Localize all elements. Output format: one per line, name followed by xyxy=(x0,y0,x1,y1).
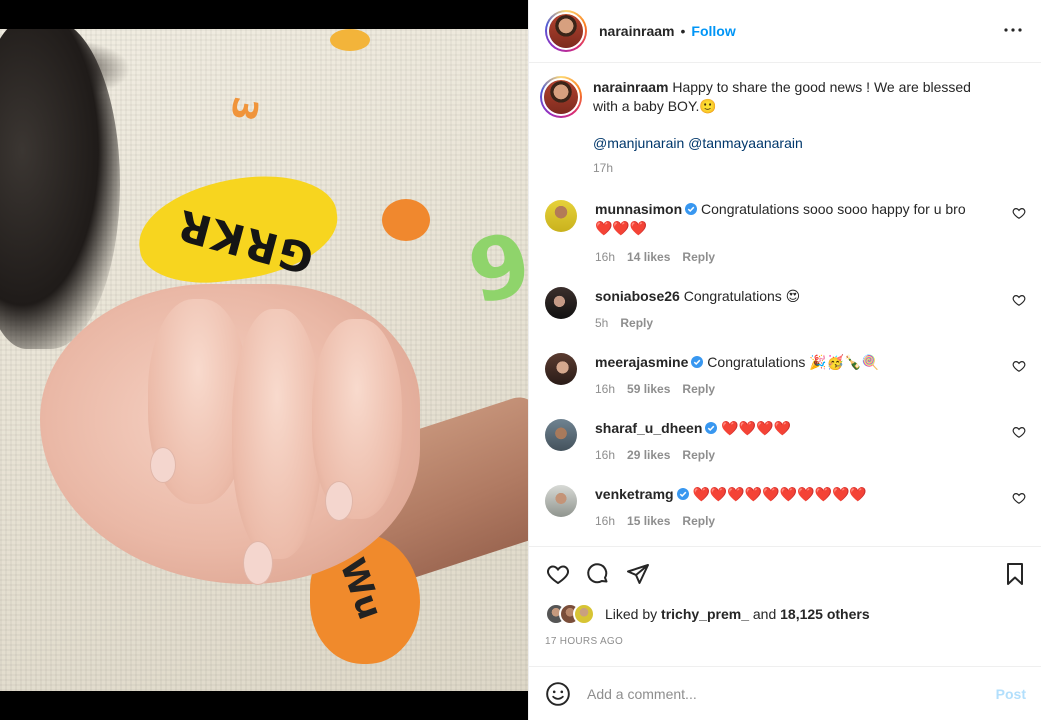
add-comment-bar: Post xyxy=(529,666,1041,720)
post-author-username[interactable]: narainraam xyxy=(599,23,674,39)
comment-text: Congratulations 🎉🥳🍾🍭 xyxy=(707,354,879,370)
post-timestamp[interactable]: 17 HOURS AGO xyxy=(545,636,623,647)
story-ring[interactable] xyxy=(540,76,582,118)
avatar[interactable] xyxy=(545,200,577,232)
comment-text: ❤️❤️❤️❤️ xyxy=(721,420,791,436)
comment-username[interactable]: munnasimon xyxy=(595,201,682,217)
mention-link[interactable]: @manjunarain xyxy=(593,135,684,151)
blanket-print: 3 xyxy=(222,93,266,125)
verified-badge-icon xyxy=(685,203,698,215)
comment-item: venketramg ❤️❤️❤️❤️❤️❤️❤️❤️❤️❤️ 16h 15 l… xyxy=(545,485,1026,531)
baby-fingernail xyxy=(150,447,176,483)
separator-dot: • xyxy=(680,23,686,39)
blanket-orange-dot xyxy=(382,199,430,241)
verified-badge-icon xyxy=(705,422,718,434)
comment-age: 16h xyxy=(595,250,616,264)
comment-age: 5h xyxy=(595,316,609,330)
baby-finger xyxy=(232,309,322,559)
likes-others-link[interactable]: 18,125 others xyxy=(780,606,870,622)
heart-icon[interactable] xyxy=(1012,206,1026,220)
caption: narainraam Happy to share the good news … xyxy=(540,76,1026,178)
reply-button[interactable]: Reply xyxy=(682,512,715,531)
baby-finger xyxy=(312,319,402,519)
baby-hair xyxy=(0,29,120,349)
comment-username[interactable]: meerajasmine xyxy=(595,354,688,370)
caption-username[interactable]: narainraam xyxy=(593,79,668,95)
verified-badge-icon xyxy=(676,488,689,500)
caption-age: 17h xyxy=(593,161,614,175)
comment-username[interactable]: sharaf_u_dheen xyxy=(595,420,702,436)
heart-icon[interactable] xyxy=(1012,425,1026,439)
comment-text: Congratulations sooo sooo happy for u br… xyxy=(701,201,966,217)
post-sidebar: narainraam • Follow narainraam Happy to … xyxy=(528,0,1041,720)
comment-likes[interactable]: 29 likes xyxy=(627,446,670,465)
post-media-panel: 3 GRKR 9 Wu xyxy=(0,0,528,720)
likes-prefix: Liked by xyxy=(605,606,658,622)
comment-item: soniabose26 Congratulations 😍 5h Reply xyxy=(545,287,1026,333)
liker-username[interactable]: trichy_prem_ xyxy=(661,606,749,622)
share-icon[interactable] xyxy=(625,561,651,587)
comment-likes[interactable]: 14 likes xyxy=(627,248,670,267)
reply-button[interactable]: Reply xyxy=(682,446,715,465)
avatar xyxy=(573,603,595,625)
avatar[interactable] xyxy=(545,419,577,451)
likes-conj: and xyxy=(752,606,777,622)
bookmark-icon[interactable] xyxy=(1002,561,1028,587)
comment-username[interactable]: venketramg xyxy=(595,486,674,502)
post-photo[interactable]: 3 GRKR 9 Wu xyxy=(0,29,528,691)
blanket-print: 9 xyxy=(460,213,528,325)
comment-icon[interactable] xyxy=(585,561,611,587)
avatar[interactable] xyxy=(545,287,577,319)
post-actions xyxy=(529,546,1041,600)
follow-button[interactable]: Follow xyxy=(691,23,735,39)
comment-age: 16h xyxy=(595,448,616,462)
avatar[interactable] xyxy=(545,353,577,385)
comment-text: ❤️❤️❤️❤️❤️❤️❤️❤️❤️❤️ xyxy=(692,486,867,502)
post-header: narainraam • Follow xyxy=(529,0,1041,63)
avatar[interactable] xyxy=(549,14,583,48)
story-ring[interactable] xyxy=(545,10,587,52)
heart-icon[interactable] xyxy=(545,561,571,587)
comment-likes[interactable]: 15 likes xyxy=(627,512,670,531)
blanket-dot xyxy=(330,29,370,51)
comment-hearts: ❤️❤️❤️ xyxy=(595,220,648,236)
comment-age: 16h xyxy=(595,382,616,396)
comment-input[interactable] xyxy=(587,685,996,702)
liker-avatars[interactable] xyxy=(545,603,601,625)
avatar[interactable] xyxy=(545,485,577,517)
comment-text: Congratulations 😍 xyxy=(683,288,801,304)
baby-fingernail xyxy=(325,481,353,521)
reply-button[interactable]: Reply xyxy=(682,248,715,267)
verified-badge-icon xyxy=(691,356,704,368)
comment-age: 16h xyxy=(595,514,616,528)
baby-fingernail xyxy=(243,541,273,585)
comment-likes[interactable]: 59 likes xyxy=(627,380,670,399)
comment-item: sharaf_u_dheen ❤️❤️❤️❤️ 16h 29 likes Rep… xyxy=(545,419,1026,465)
heart-icon[interactable] xyxy=(1012,293,1026,307)
avatar[interactable] xyxy=(544,80,578,114)
post-comment-button[interactable]: Post xyxy=(996,686,1026,702)
emoji-icon[interactable] xyxy=(545,681,571,707)
reply-button[interactable]: Reply xyxy=(682,380,715,399)
more-options-icon[interactable] xyxy=(1001,18,1025,42)
reply-button[interactable]: Reply xyxy=(620,314,653,333)
likes-summary: Liked by trichy_prem_ and 18,125 others xyxy=(545,603,870,625)
heart-icon[interactable] xyxy=(1012,491,1026,505)
heart-icon[interactable] xyxy=(1012,359,1026,373)
comments-list[interactable]: narainraam Happy to share the good news … xyxy=(529,64,1041,546)
comment-username[interactable]: soniabose26 xyxy=(595,288,680,304)
mention-link[interactable]: @tanmayaanarain xyxy=(688,135,803,151)
comment-item: munnasimon Congratulations sooo sooo hap… xyxy=(545,200,1026,267)
comment-item: meerajasmine Congratulations 🎉🥳🍾🍭 16h 59… xyxy=(545,353,1026,399)
